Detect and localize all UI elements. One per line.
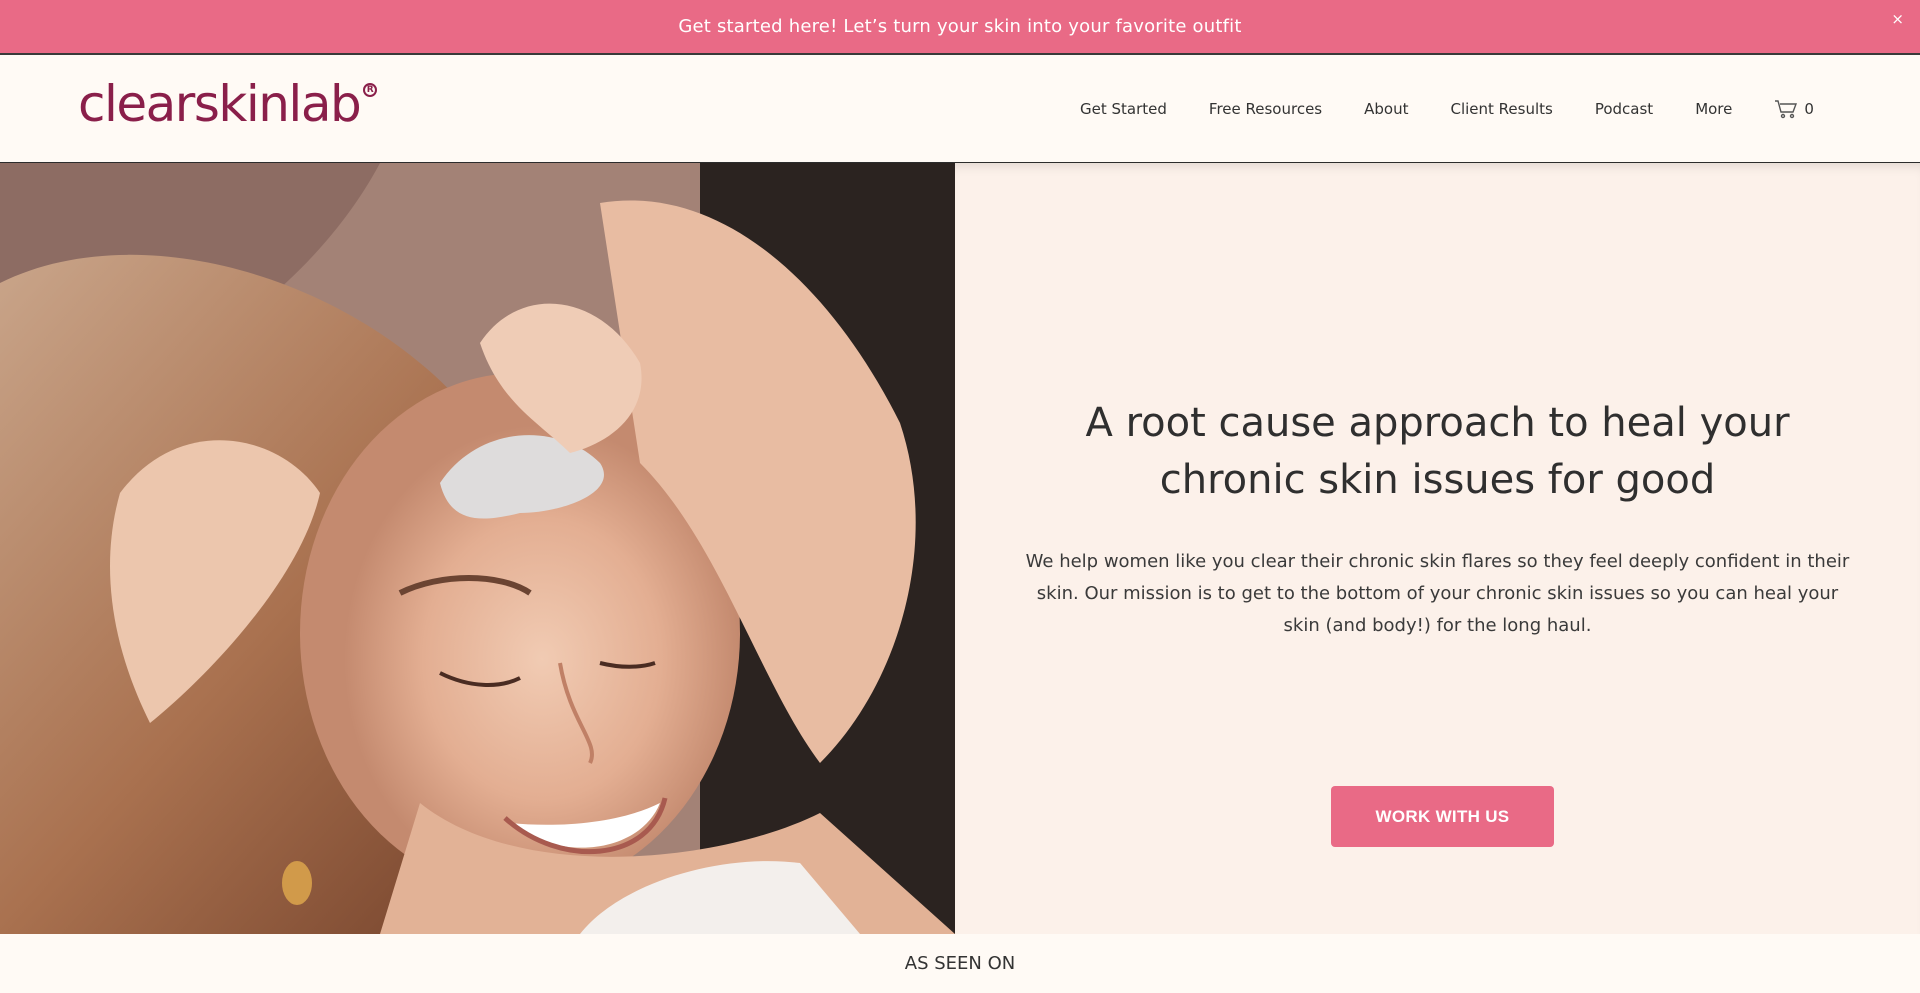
announcement-bar: Get started here! Let’s turn your skin i… [0,0,1920,55]
logo-text: clearskinlab [78,75,362,133]
as-seen-on-label: AS SEEN ON [904,953,1016,974]
hero-subtitle: We help women like you clear their chron… [1025,551,1850,636]
nav-item-get-started[interactable]: Get Started [1080,100,1167,118]
hero-panel: A root cause approach to heal your chron… [955,163,1920,934]
cart-button[interactable]: 0 [1774,99,1814,119]
nav-item-podcast[interactable]: Podcast [1595,100,1653,118]
cart-count: 0 [1804,100,1814,118]
hero-title: A root cause approach to heal your chron… [1085,400,1790,503]
cart-icon [1775,100,1798,119]
nav-item-free-resources[interactable]: Free Resources [1209,100,1322,118]
nav-item-more[interactable]: More [1695,100,1732,118]
site-header: clearskinlab R Get Started Free Resource… [0,55,1920,163]
announcement-text[interactable]: Get started here! Let’s turn your skin i… [678,16,1241,37]
site-logo[interactable]: clearskinlab R [78,75,378,133]
work-with-us-button[interactable]: WORK WITH US [1331,786,1554,847]
as-seen-on-section: AS SEEN ON [0,934,1920,993]
nav-item-about[interactable]: About [1364,100,1408,118]
registered-mark-icon: R [363,83,378,97]
nav-item-client-results[interactable]: Client Results [1450,100,1552,118]
main-nav: Get Started Free Resources About Client … [1080,55,1814,163]
hero-image [0,163,955,934]
close-icon[interactable]: × [1891,12,1904,27]
